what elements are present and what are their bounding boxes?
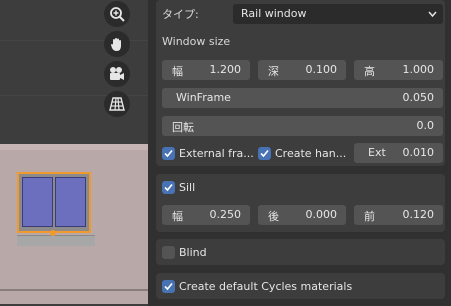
- type-dropdown-value: Rail window: [241, 7, 307, 20]
- ext-field[interactable]: Ext 0.010: [354, 143, 443, 163]
- window-pane-left: [22, 177, 53, 227]
- sill-front-field[interactable]: 前 0.120: [354, 205, 443, 225]
- sill-width-key: 幅: [172, 210, 183, 223]
- cycles-materials-label: Create default Cycles materials: [179, 279, 353, 293]
- blind-box: Blind: [156, 239, 445, 265]
- winframe-field[interactable]: WinFrame 0.050: [162, 88, 443, 108]
- depth-value: 0.100: [305, 63, 338, 76]
- window-properties-panel: タイプ: Rail window Window size 幅 1.200 深 0…: [148, 0, 451, 306]
- sill-back-field[interactable]: 後 0.000: [258, 205, 346, 225]
- window-settings-box: タイプ: Rail window Window size 幅 1.200 深 0…: [156, 0, 445, 166]
- sill-width-value: 0.250: [209, 208, 242, 221]
- cycles-materials-checkbox[interactable]: Create default Cycles materials: [162, 278, 352, 294]
- pan-button[interactable]: [104, 31, 130, 57]
- window-size-label: Window size: [162, 35, 231, 48]
- grid-perspective-icon: [109, 97, 125, 111]
- checkbox-unchecked-icon: [162, 245, 175, 259]
- zoom-button[interactable]: [104, 1, 130, 27]
- checkmark-icon: [258, 146, 271, 160]
- chevron-down-icon: [428, 11, 437, 18]
- height-key: 高: [364, 65, 375, 78]
- sill-box: Sill 幅 0.250 後 0.000 前 0.120: [156, 174, 445, 232]
- floor-line: [0, 289, 148, 291]
- create-handle-label: Create han...: [275, 146, 347, 160]
- cycles-box: Create default Cycles materials: [156, 273, 445, 299]
- perspective-toggle-button[interactable]: [104, 91, 130, 117]
- sill-back-key: 後: [268, 210, 279, 223]
- rotation-field[interactable]: 回転 0.0: [162, 116, 443, 136]
- wall-top-edge: [0, 144, 148, 150]
- ext-value: 0.010: [402, 146, 435, 159]
- winframe-key: WinFrame: [176, 91, 231, 104]
- rotation-value: 0.0: [416, 119, 435, 132]
- window-object[interactable]: [17, 172, 91, 233]
- object-origin-dot: [50, 230, 56, 236]
- window-pane-right: [55, 177, 86, 227]
- rotation-key: 回転: [172, 121, 194, 134]
- type-dropdown[interactable]: Rail window: [233, 4, 443, 24]
- type-label: タイプ:: [162, 8, 199, 21]
- create-handle-checkbox[interactable]: Create han...: [258, 145, 346, 161]
- checkmark-icon: [162, 279, 175, 293]
- depth-field[interactable]: 深 0.100: [258, 60, 346, 80]
- external-frame-label: External fra...: [179, 146, 254, 160]
- sill-width-field[interactable]: 幅 0.250: [162, 205, 250, 225]
- height-field[interactable]: 高 1.000: [354, 60, 443, 80]
- window-sill-object: [17, 235, 95, 246]
- blind-label: Blind: [179, 245, 207, 259]
- ext-key: Ext: [368, 146, 386, 159]
- camera-view-button[interactable]: [104, 61, 130, 87]
- width-field[interactable]: 幅 1.200: [162, 60, 250, 80]
- 3d-viewport[interactable]: [0, 0, 148, 306]
- external-frame-checkbox[interactable]: External fra...: [162, 145, 254, 161]
- sill-back-value: 0.000: [305, 208, 338, 221]
- width-key: 幅: [172, 65, 183, 78]
- hand-pan-icon: [111, 38, 121, 51]
- camera-icon: [110, 67, 124, 80]
- height-value: 1.000: [402, 63, 435, 76]
- width-value: 1.200: [209, 63, 242, 76]
- checkmark-icon: [162, 146, 175, 160]
- sill-label: Sill: [179, 180, 196, 194]
- zoom-icon: [110, 7, 125, 22]
- sill-checkbox[interactable]: Sill: [162, 179, 195, 195]
- sill-front-value: 0.120: [402, 208, 435, 221]
- checkmark-icon: [162, 180, 175, 194]
- blind-checkbox[interactable]: Blind: [162, 244, 207, 260]
- depth-key: 深: [268, 65, 279, 78]
- sill-front-key: 前: [364, 210, 375, 223]
- winframe-value: 0.050: [402, 91, 435, 104]
